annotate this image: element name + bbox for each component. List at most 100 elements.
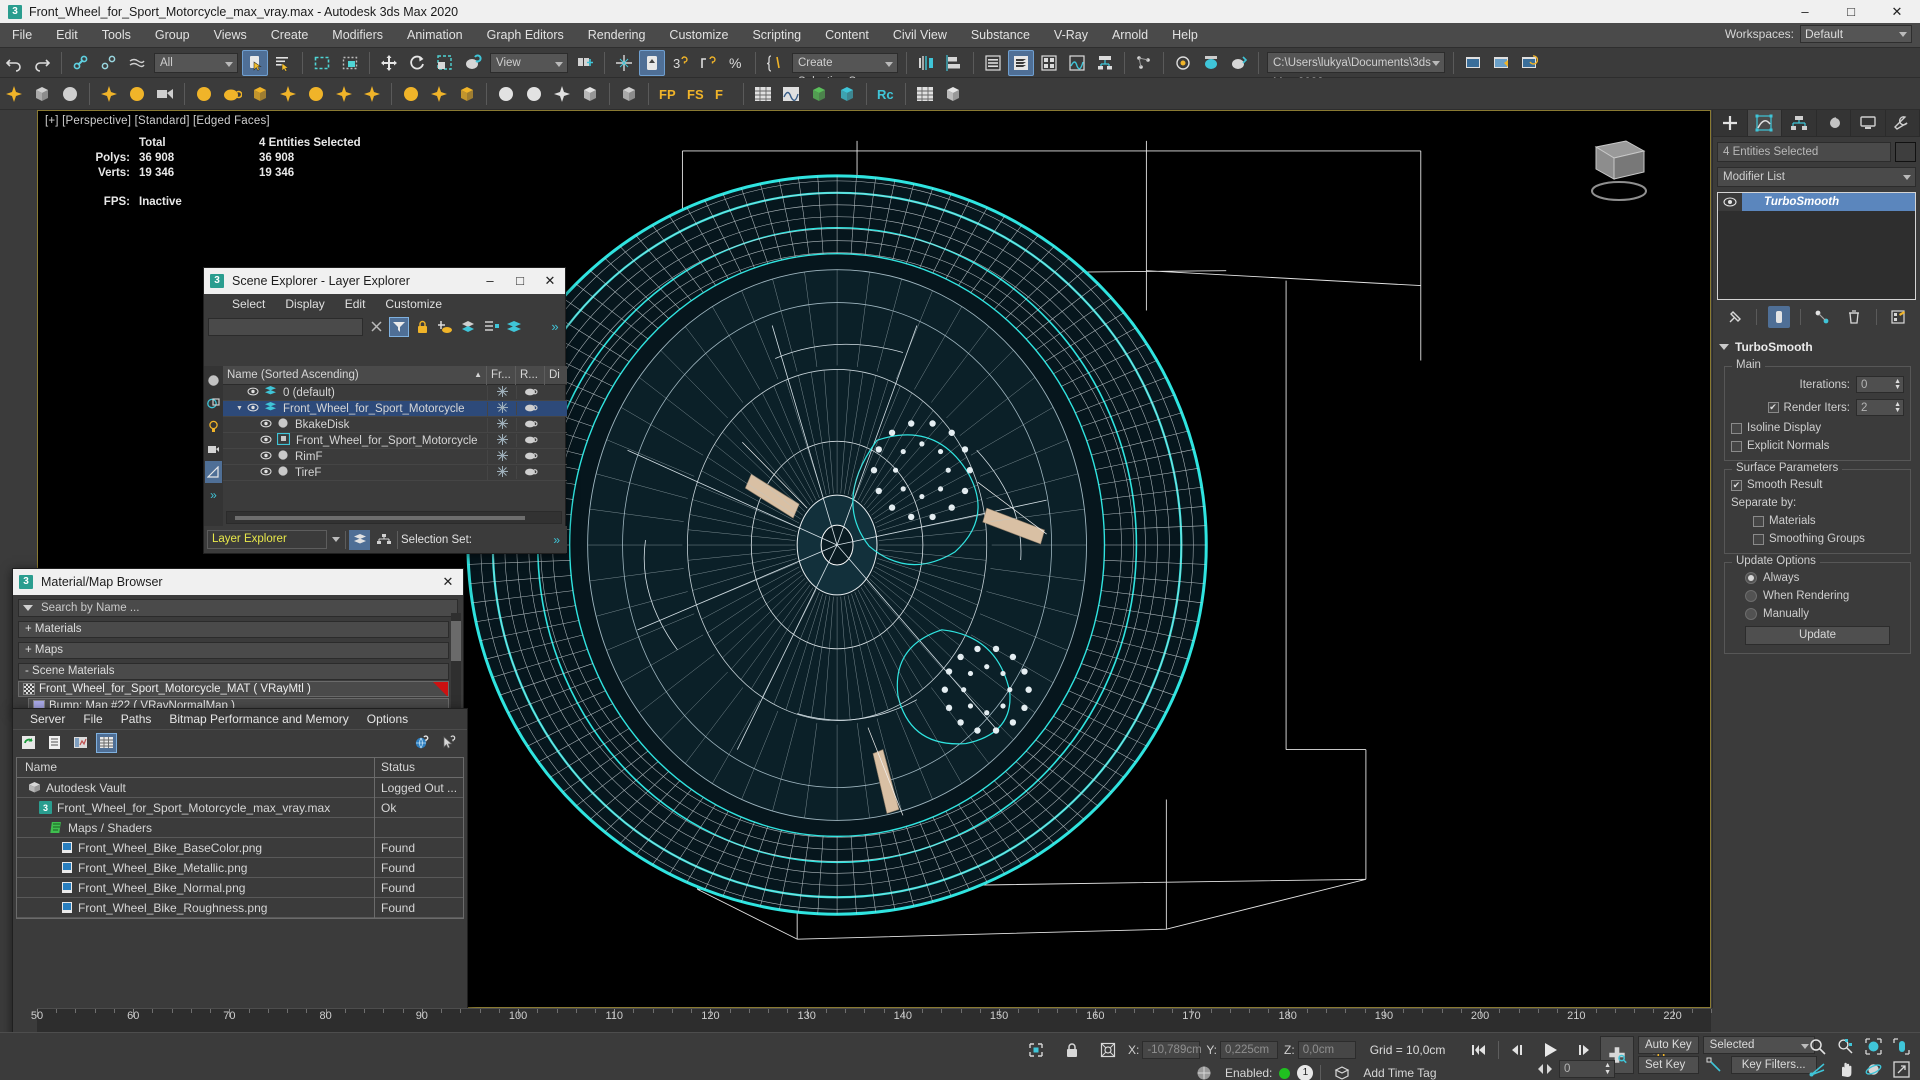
fp-button[interactable]: FP (655, 81, 681, 107)
explicit-normals-checkbox[interactable] (1731, 440, 1742, 452)
eye-icon[interactable] (247, 403, 259, 415)
spline-icon[interactable] (778, 81, 804, 107)
rollout-header[interactable]: TurboSmooth (1717, 338, 1916, 358)
freeze-toggle-icon[interactable] (487, 433, 516, 448)
sphere-light-icon[interactable] (124, 81, 150, 107)
green-box-icon[interactable] (806, 81, 832, 107)
scene-explorer-row[interactable]: RimF (223, 449, 567, 465)
pan-view-icon[interactable] (1832, 1059, 1858, 1080)
window-crossing-toggle-icon[interactable] (337, 50, 363, 76)
enabled-count-badge[interactable]: 1 (1297, 1065, 1314, 1080)
select-by-name-icon[interactable] (270, 50, 296, 76)
spinner-snap-toggle-icon[interactable] (695, 50, 721, 76)
smooth-result-checkbox[interactable] (1731, 479, 1742, 491)
state-set-icon[interactable] (750, 81, 776, 107)
update-button[interactable]: Update (1745, 626, 1890, 645)
scene-explorer-window-controls[interactable]: – □ ✕ (475, 273, 565, 289)
create-tab[interactable] (1713, 110, 1748, 136)
reference-coordinate-dropdown[interactable]: View (490, 52, 568, 73)
z-coordinate-field[interactable]: Z: 0,0cm (1284, 1041, 1356, 1059)
go-to-start-icon[interactable] (1466, 1037, 1492, 1063)
scrollbar-thumb[interactable] (451, 621, 461, 661)
scene-explorer-menu-customize[interactable]: Customize (375, 297, 452, 311)
menu-item-help[interactable]: Help (1160, 23, 1210, 48)
current-frame-value[interactable]: 0 ▲ ▼ (1559, 1060, 1615, 1078)
report-view-icon[interactable] (70, 733, 91, 753)
renderable-toggle-icon[interactable] (516, 466, 545, 479)
menu-item-rendering[interactable]: Rendering (576, 23, 658, 48)
scene-explorer-menu-select[interactable]: Select (222, 297, 275, 311)
material-editor-icon[interactable] (1170, 50, 1196, 76)
field-of-view-icon[interactable] (1804, 1059, 1830, 1080)
quad-menu-icon[interactable] (616, 81, 642, 107)
asset-menu-paths[interactable]: Paths (112, 712, 161, 726)
scene-explorer-menu-edit[interactable]: Edit (335, 297, 376, 311)
scene-explorer-row[interactable]: TireF (223, 465, 567, 481)
manage-layers-icon[interactable] (1036, 50, 1062, 76)
close-button[interactable]: ✕ (433, 574, 463, 590)
scene-explorer-row[interactable]: ▼ Front_Wheel_for_Sport_Motorcycle (223, 401, 567, 417)
separate-materials-row[interactable]: Materials (1731, 515, 1904, 527)
z-value[interactable]: 0,0cm (1297, 1041, 1356, 1059)
update-mode-always[interactable]: Always (1731, 572, 1904, 584)
renderable-toggle-icon[interactable] (516, 386, 545, 399)
select-object-icon[interactable] (242, 49, 268, 76)
layer-mode-icon[interactable] (349, 529, 370, 550)
render-iters-spinner[interactable]: 2 ▲ ▼ (1856, 399, 1904, 416)
scene-explorer-row[interactable]: BkakeDisk (223, 417, 567, 433)
explorer-mode-dropdown[interactable] (330, 531, 342, 549)
particle-flow-icon[interactable] (1131, 50, 1157, 76)
display-tab[interactable] (1851, 110, 1886, 136)
clear-search-icon[interactable] (366, 317, 386, 337)
overflow-chevrons-icon[interactable]: » (205, 484, 222, 506)
asset-table-row[interactable]: Autodesk Vault Logged Out ... (17, 777, 463, 798)
angle-snap-icon[interactable] (1, 81, 27, 107)
renderable-toggle-icon[interactable] (516, 434, 545, 447)
modify-tab[interactable] (1747, 110, 1782, 136)
selection-lock-region-icon[interactable] (1023, 1037, 1049, 1063)
grid-view-icon[interactable] (96, 732, 117, 753)
asset-table-row[interactable]: Front_Wheel_Bike_Roughness.png Found (17, 897, 463, 918)
project-folder-path[interactable]: C:\Users\lukya\Documents\3ds Max 2022 (1267, 52, 1445, 89)
undo-icon[interactable] (1, 50, 27, 76)
selection-name-field[interactable]: 4 Entities Selected (1717, 142, 1891, 162)
list-panel-icon[interactable] (912, 81, 938, 107)
overflow-chevrons-icon[interactable]: » (553, 533, 564, 547)
show-end-result-icon[interactable] (1767, 306, 1790, 328)
torus-icon[interactable] (303, 81, 329, 107)
render-iterative-icon[interactable] (1516, 50, 1542, 76)
vray-frame-buffer-icon[interactable] (577, 81, 603, 107)
select-and-scale-icon[interactable] (432, 50, 458, 76)
rc-button[interactable]: Rc (873, 81, 899, 107)
column-header-status[interactable]: Status (375, 758, 463, 777)
column-header-frozen[interactable]: Fr... (487, 365, 516, 385)
render-iters-checkbox[interactable] (1767, 402, 1779, 413)
asset-table-row[interactable]: Front_Wheel_Bike_Normal.png Found (17, 877, 463, 898)
iterations-spinner[interactable]: 0 ▲ ▼ (1856, 376, 1904, 393)
filter-shapes-icon[interactable] (205, 392, 222, 414)
set-key-button[interactable]: Set Key (1638, 1056, 1699, 1074)
separate-smoothing-checkbox[interactable] (1753, 533, 1764, 545)
angle-snap-toggle-icon[interactable] (639, 49, 665, 76)
light-omni-icon[interactable] (331, 81, 357, 107)
menu-item-arnold[interactable]: Arnold (1100, 23, 1160, 48)
filter-cameras-icon[interactable] (205, 438, 222, 460)
hierarchy-tab[interactable] (1782, 110, 1817, 136)
scrollbar-thumb[interactable] (235, 516, 525, 520)
menu-item-substance[interactable]: Substance (959, 23, 1042, 48)
x-value[interactable]: -10,789cm (1142, 1041, 1202, 1059)
maximize-viewport-toggle-icon[interactable] (1888, 1059, 1914, 1080)
asset-menu-options[interactable]: Options (358, 712, 417, 726)
box-icon[interactable] (29, 81, 55, 107)
configure-modifier-sets-icon[interactable] (1887, 306, 1909, 328)
menu-item-animation[interactable]: Animation (395, 23, 475, 48)
menu-item-scripting[interactable]: Scripting (740, 23, 813, 48)
select-and-rotate-icon[interactable] (404, 50, 430, 76)
utilities-tab[interactable] (1886, 110, 1920, 136)
sun-icon[interactable] (191, 81, 217, 107)
absolute-relative-transform-icon[interactable] (1095, 1037, 1121, 1063)
mirror-icon[interactable] (913, 50, 939, 76)
menu-item-v-ray[interactable]: V-Ray (1042, 23, 1100, 48)
particle-icon[interactable] (398, 81, 424, 107)
use-pivot-point-center-icon[interactable] (572, 50, 598, 76)
